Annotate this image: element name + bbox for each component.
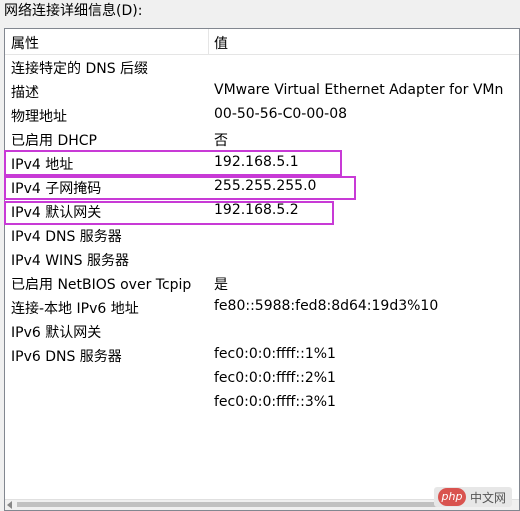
table-row[interactable]: 描述 VMware Virtual Ethernet Adapter for V…	[5, 79, 519, 103]
details-listview[interactable]: 属性 值 连接特定的 DNS 后缀 描述 VMware Virtual Ethe…	[4, 28, 520, 511]
row-value: fec0:0:0:ffff::2%1	[214, 370, 336, 386]
header-value[interactable]: 值	[214, 33, 228, 53]
table-row[interactable]: IPv4 地址 192.168.5.1	[5, 151, 519, 175]
table-row[interactable]: IPv4 DNS 服务器	[5, 223, 519, 247]
scrollbar-thumb[interactable]	[17, 502, 437, 507]
list-header: 属性 值	[5, 29, 519, 55]
table-row[interactable]: fec0:0:0:ffff::3%1	[5, 391, 519, 415]
table-row[interactable]: 已启用 DHCP 否	[5, 127, 519, 151]
table-row[interactable]: 连接-本地 IPv6 地址 fe80::5988:fed8:8d64:19d3%…	[5, 295, 519, 319]
table-row[interactable]: IPv6 DNS 服务器 fec0:0:0:ffff::1%1	[5, 343, 519, 367]
header-property[interactable]: 属性	[11, 33, 39, 53]
row-key: 连接特定的 DNS 后缀	[11, 61, 149, 77]
table-row[interactable]: 连接特定的 DNS 后缀	[5, 55, 519, 79]
row-key: 描述	[11, 85, 39, 101]
watermark-text: 中文网	[470, 491, 507, 505]
row-key: 物理地址	[11, 109, 67, 125]
table-row[interactable]: 已启用 NetBIOS over Tcpip 是	[5, 271, 519, 295]
row-key: IPv4 WINS 服务器	[11, 253, 129, 269]
scroll-left-arrow-icon[interactable]	[7, 501, 12, 509]
row-value: fe80::5988:fed8:8d64:19d3%10	[214, 298, 439, 314]
table-row[interactable]: IPv6 默认网关	[5, 319, 519, 343]
row-key: IPv6 DNS 服务器	[11, 349, 122, 365]
table-row[interactable]: fec0:0:0:ffff::2%1	[5, 367, 519, 391]
row-value: fec0:0:0:ffff::1%1	[214, 346, 336, 362]
row-key: IPv4 DNS 服务器	[11, 229, 122, 245]
row-value: 192.168.5.2	[214, 202, 299, 218]
row-value: 否	[214, 133, 228, 149]
row-key: 已启用 DHCP	[11, 133, 97, 149]
row-value: 255.255.255.0	[214, 178, 317, 194]
row-key: IPv4 地址	[11, 157, 74, 173]
table-row[interactable]: IPv4 默认网关 192.168.5.2	[5, 199, 519, 223]
row-key: IPv4 默认网关	[11, 205, 102, 221]
watermark-logo: php	[438, 488, 466, 506]
table-row[interactable]: IPv4 子网掩码 255.255.255.0	[5, 175, 519, 199]
row-key: 连接-本地 IPv6 地址	[11, 301, 139, 317]
table-row[interactable]: 物理地址 00-50-56-C0-00-08	[5, 103, 519, 127]
row-key: 已启用 NetBIOS over Tcpip	[11, 277, 192, 293]
row-value: 是	[214, 277, 228, 293]
table-row[interactable]: IPv4 WINS 服务器	[5, 247, 519, 271]
column-divider[interactable]	[208, 29, 209, 54]
row-value: 00-50-56-C0-00-08	[214, 106, 348, 122]
watermark: php 中文网	[434, 487, 512, 507]
row-key: IPv6 默认网关	[11, 325, 102, 341]
row-value: fec0:0:0:ffff::3%1	[214, 394, 336, 410]
row-value: VMware Virtual Ethernet Adapter for VMn	[214, 82, 504, 98]
dialog-label: 网络连接详细信息(D):	[4, 3, 143, 19]
row-key: IPv4 子网掩码	[11, 181, 102, 197]
row-value: 192.168.5.1	[214, 154, 299, 170]
